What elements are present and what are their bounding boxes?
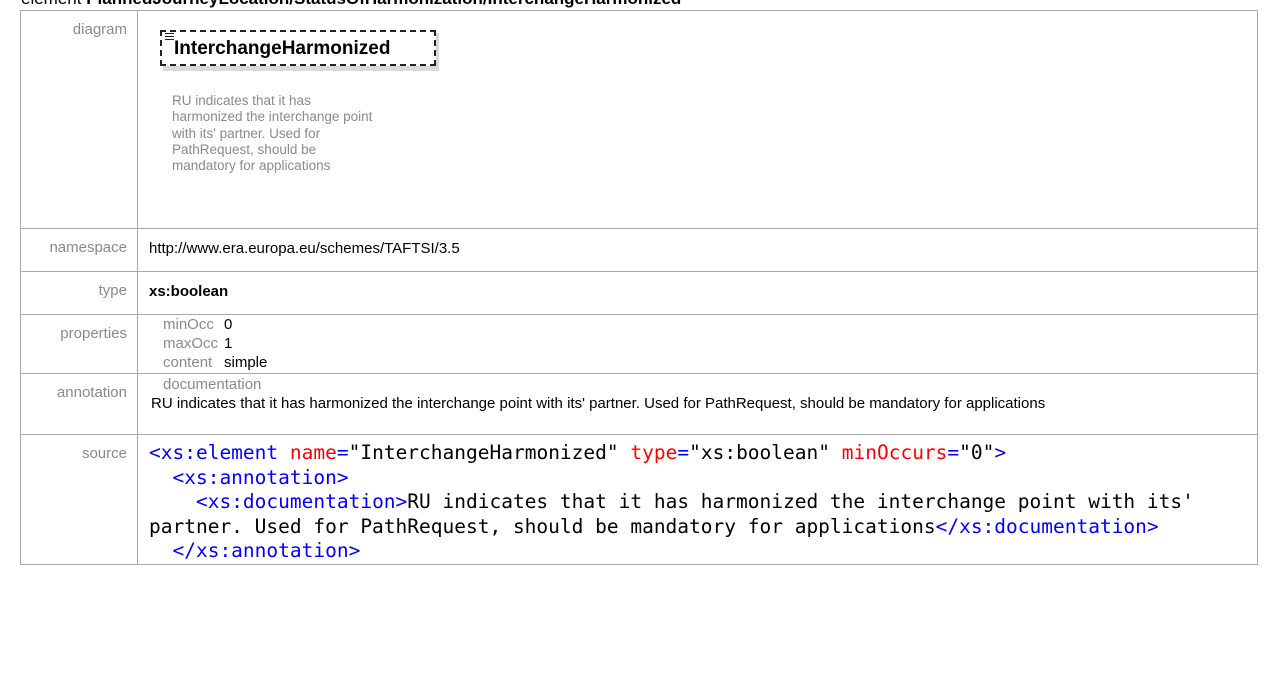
property-value: 1 <box>224 335 233 352</box>
type-row: type xs:boolean <box>20 271 1258 315</box>
source-code: <xs:element name="InterchangeHarmonized"… <box>149 441 1206 562</box>
annotation-label: annotation <box>20 373 138 435</box>
type-value[interactable]: xs:boolean <box>149 272 1257 300</box>
property-value: 0 <box>224 316 233 333</box>
source-attr-value: "InterchangeHarmonized" <box>348 441 619 464</box>
property-row: content simple <box>163 354 267 371</box>
diagram-doc-line: RU indicates that it has <box>172 93 311 108</box>
documentation-text: RU indicates that it has harmonized the … <box>151 395 1046 412</box>
diagram-doc-line: mandatory for applications <box>172 158 331 174</box>
property-key: content <box>163 354 213 371</box>
diagram-doc-text: RU indicates that it has harmonized the … <box>172 93 467 174</box>
source-annotation-open: <xs:annotation> <box>172 465 349 489</box>
diagram-label: diagram <box>20 10 138 229</box>
property-key: maxOcc <box>163 335 219 352</box>
element-doc-table: diagram InterchangeHarmonized RU indicat… <box>20 10 1258 565</box>
properties-table: minOcc 0 maxOcc 1 content simple <box>138 315 1257 373</box>
property-key: minOcc <box>163 316 214 333</box>
diagram-doc-line: PathRequest, should be <box>172 141 317 157</box>
source-attr: type <box>630 441 678 464</box>
namespace-row: namespace http://www.era.europa.eu/schem… <box>20 228 1258 272</box>
source-attr: minOccurs <box>841 441 948 464</box>
source-documentation-open: <xs:documentation> <box>195 490 408 513</box>
element-diagram-box[interactable]: InterchangeHarmonized <box>160 30 439 71</box>
property-row: maxOcc 1 <box>163 335 232 352</box>
source-annotation-close: </xs:annotation> <box>172 539 361 562</box>
source-bracket: > <box>994 441 1007 464</box>
source-attr-value: "xs:boolean" <box>689 441 830 464</box>
namespace-label: namespace <box>20 228 138 272</box>
source-row: source <xs:element name="InterchangeHarm… <box>20 434 1258 565</box>
properties-row: properties minOcc 0 maxOcc 1 content simple <box>20 314 1258 374</box>
type-label: type <box>20 271 138 315</box>
source-attr-value: "0" <box>959 441 995 464</box>
element-doc-icon <box>165 33 174 41</box>
diagram-row: diagram InterchangeHarmonized RU indicat… <box>20 10 1258 229</box>
namespace-value: http://www.era.europa.eu/schemes/TAFTSI/… <box>149 240 460 257</box>
diagram-cell: InterchangeHarmonized RU indicates that … <box>137 10 1258 229</box>
element-path: PlannedJourneyLocation/StatusOfHarmoniza… <box>86 0 681 8</box>
source-label: source <box>20 434 138 565</box>
title-prefix: element <box>21 0 86 8</box>
documentation-heading: documentation <box>163 376 262 393</box>
property-value: simple <box>224 354 268 371</box>
annotation-row: annotation documentation RU indicates th… <box>20 373 1258 435</box>
source-attr: name <box>289 441 337 464</box>
diagram-doc-line: harmonized the interchange point <box>172 109 373 125</box>
diagram-doc-line: with its' partner. Used for <box>172 125 321 141</box>
property-row: minOcc 0 <box>163 316 232 333</box>
page-title: element PlannedJourneyLocation/StatusOfH… <box>21 0 681 10</box>
source-tag: <xs:element <box>149 441 279 464</box>
source-documentation-close: </xs:documentation> <box>935 514 1159 538</box>
diagram-element-name: InterchangeHarmonized <box>174 38 391 59</box>
properties-label: properties <box>20 314 138 374</box>
